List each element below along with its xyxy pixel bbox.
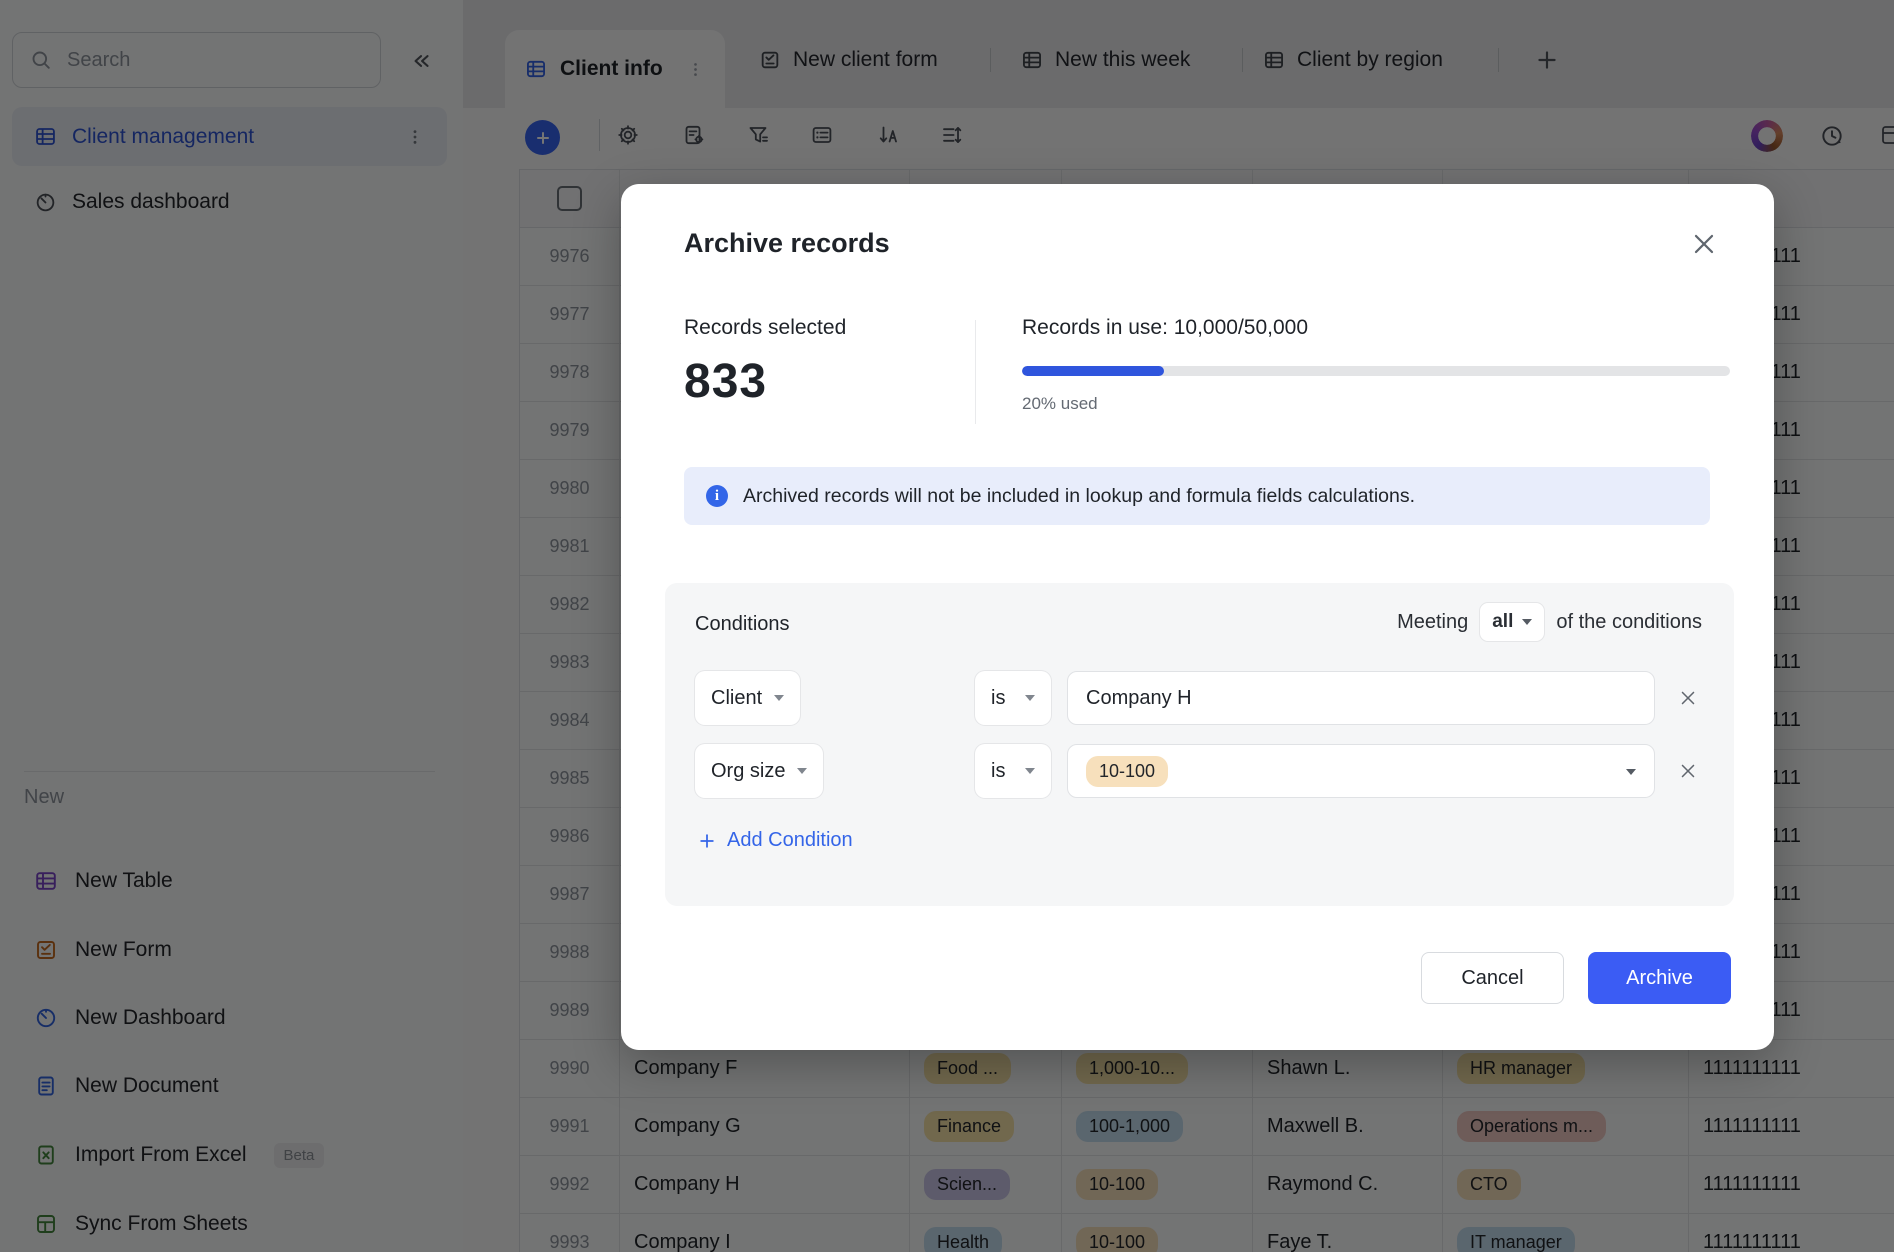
chevron-down-icon [1025, 695, 1035, 701]
condition-operator-value: is [991, 687, 1005, 710]
archive-records-modal: Archive records Records selected 833 Rec… [621, 184, 1774, 1050]
condition-operator-dropdown[interactable]: is [975, 671, 1051, 725]
stats-divider [975, 320, 976, 424]
remove-condition-icon[interactable] [1677, 760, 1699, 782]
usage-progress-fill [1022, 366, 1164, 376]
info-banner-text: Archived records will not be included in… [743, 485, 1415, 508]
plus-icon [697, 831, 717, 851]
condition-field-value: Client [711, 687, 762, 710]
condition-field-value: Org size [711, 760, 785, 783]
meeting-setting: Meeting all of the conditions [1397, 603, 1702, 641]
chevron-down-icon [1626, 769, 1636, 775]
records-in-use-block: Records in use: 10,000/50,000 20% used [1022, 316, 1730, 414]
condition-value-dropdown[interactable]: 10-100 [1067, 744, 1655, 798]
info-banner: i Archived records will not be included … [684, 467, 1710, 525]
condition-operator-dropdown[interactable]: is [975, 744, 1051, 798]
condition-field-dropdown[interactable]: Org size [695, 744, 823, 798]
conditions-card: Conditions Meeting all of the conditions… [665, 583, 1734, 906]
usage-caption: 20% used [1022, 394, 1730, 414]
remove-condition-icon[interactable] [1677, 687, 1699, 709]
condition-operator-value: is [991, 760, 1005, 783]
condition-value-input[interactable]: Company H [1067, 671, 1655, 725]
chevron-down-icon [774, 695, 784, 701]
usage-progress-track [1022, 366, 1730, 376]
condition-value-text: Company H [1086, 687, 1192, 710]
chevron-down-icon [1025, 768, 1035, 774]
condition-field-dropdown[interactable]: Client [695, 671, 800, 725]
meeting-dropdown[interactable]: all [1480, 603, 1544, 641]
conditions-heading: Conditions [695, 613, 790, 636]
records-selected-label: Records selected [684, 316, 846, 340]
modal-title: Archive records [684, 228, 890, 259]
condition-row: Org size is 10-100 [665, 744, 1734, 798]
chevron-down-icon [1522, 619, 1532, 625]
meeting-value: all [1492, 611, 1513, 633]
add-condition-label: Add Condition [727, 829, 853, 852]
close-icon[interactable] [1688, 228, 1720, 260]
cancel-button[interactable]: Cancel [1421, 952, 1564, 1004]
records-selected-block: Records selected 833 [684, 316, 846, 409]
records-in-use-label: Records in use: 10,000/50,000 [1022, 316, 1730, 340]
chevron-down-icon [797, 768, 807, 774]
meeting-suffix: of the conditions [1556, 611, 1702, 634]
meeting-prefix: Meeting [1397, 611, 1468, 634]
condition-row: Client is Company H [665, 671, 1734, 725]
add-condition-button[interactable]: Add Condition [697, 829, 853, 852]
archive-button[interactable]: Archive [1588, 952, 1731, 1004]
app-screen: Search Client management Sales dashboard… [0, 0, 1894, 1252]
records-selected-value: 833 [684, 354, 846, 409]
selected-option-tag: 10-100 [1086, 756, 1168, 787]
info-icon: i [706, 485, 728, 507]
